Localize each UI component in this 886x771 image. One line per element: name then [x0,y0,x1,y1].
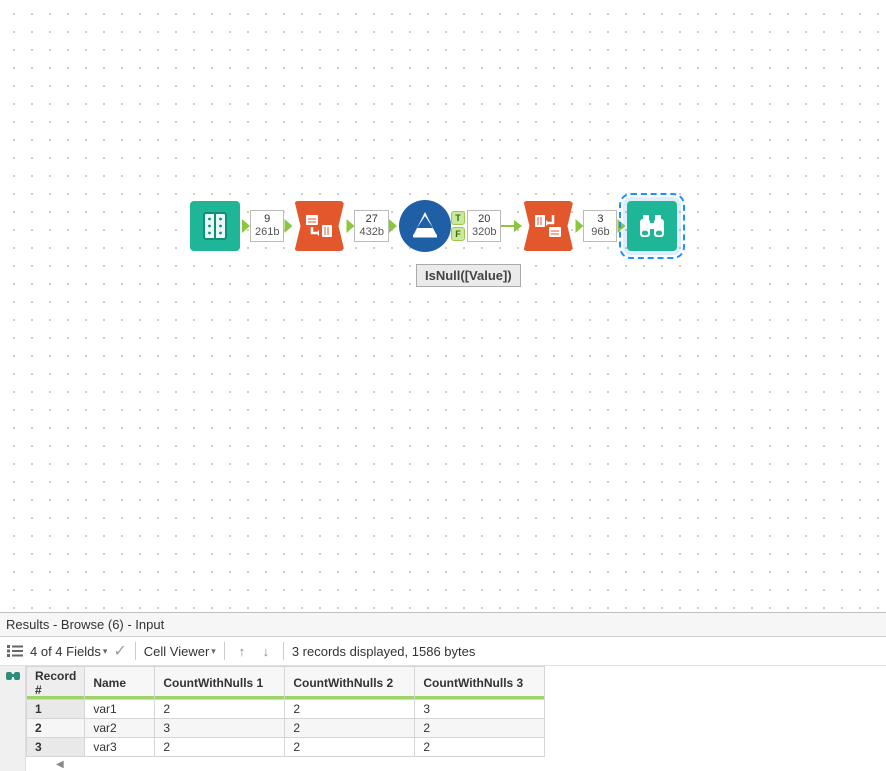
col-record[interactable]: Record # [27,667,85,700]
table-header-row: Record # Name CountWithNulls 1 CountWith… [27,667,545,700]
table-row[interactable]: 2 var2 3 2 2 [27,719,545,738]
side-icon-strip [0,666,26,771]
connection-info: 3 96b [575,210,625,242]
binoculars-small-icon[interactable] [4,668,22,682]
browse-tool[interactable] [627,201,677,251]
text-input-icon [198,209,232,243]
true-anchor[interactable]: T [451,211,465,225]
workflow-canvas[interactable]: 9 261b 27 432b [0,0,886,612]
connection-info: 20 320b [467,210,521,242]
table-row[interactable]: 1 var1 2 2 3 [27,700,545,719]
transpose-tool[interactable] [294,201,344,251]
binoculars-icon [635,209,669,243]
tool-annotation: IsNull([Value]) [416,264,521,287]
false-anchor[interactable]: F [451,227,465,241]
table-row[interactable]: 3 var3 2 2 2 [27,738,545,757]
horizontal-scrollbar[interactable]: ◀ [26,757,545,771]
results-panel: Results - Browse (6) - Input 4 of 4 Fiel… [0,612,886,771]
crosstab-tool[interactable] [523,201,573,251]
records-status: 3 records displayed, 1586 bytes [292,644,476,659]
col-cwn1[interactable]: CountWithNulls 1 [155,667,285,700]
results-table[interactable]: Record # Name CountWithNulls 1 CountWith… [26,666,545,757]
results-toolbar: 4 of 4 Fields▾ ✓ Cell Viewer▾ ↑ ↓ 3 reco… [0,637,886,666]
col-cwn2[interactable]: CountWithNulls 2 [285,667,415,700]
results-title: Results - Browse (6) - Input [0,613,886,637]
cell-viewer-dropdown[interactable]: Cell Viewer▾ [144,644,216,659]
check-icon[interactable]: ✓ [113,641,126,661]
filter-anchors: T F [451,211,465,241]
text-input-tool[interactable] [190,201,240,251]
sort-asc-icon[interactable]: ↑ [233,642,251,660]
connection-info: 9 261b [242,210,292,242]
connection-info: 27 432b [346,210,396,242]
filter-tool[interactable] [399,200,451,252]
transpose-icon [302,209,336,243]
fields-dropdown[interactable]: 4 of 4 Fields▾ [30,644,107,659]
col-cwn3[interactable]: CountWithNulls 3 [415,667,545,700]
col-name[interactable]: Name [85,667,155,700]
list-icon[interactable] [6,642,24,660]
filter-icon [405,206,445,246]
crosstab-icon [531,209,565,243]
sort-desc-icon[interactable]: ↓ [257,642,275,660]
